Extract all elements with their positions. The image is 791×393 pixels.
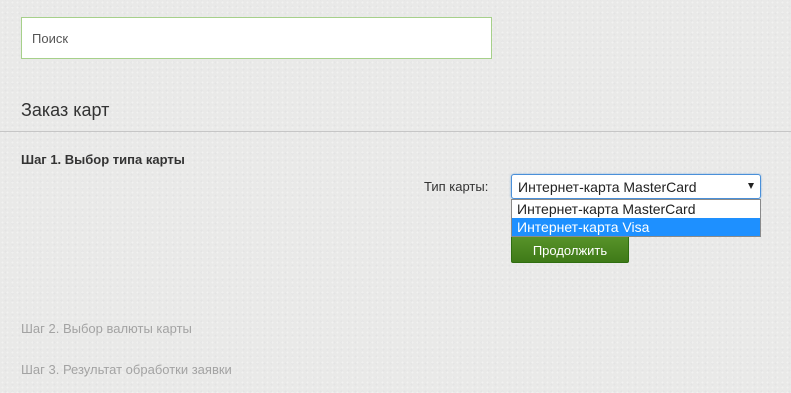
page-title: Заказ карт bbox=[21, 100, 110, 120]
step1-title: Шаг 1. Выбор типа карты bbox=[21, 152, 185, 167]
chevron-down-icon bbox=[748, 183, 754, 189]
card-type-selected-value: Интернет-карта MasterCard bbox=[518, 179, 697, 195]
title-divider bbox=[0, 131, 791, 132]
card-type-option-visa[interactable]: Интернет-карта Visa bbox=[512, 218, 760, 236]
card-type-option-mastercard[interactable]: Интернет-карта MasterCard bbox=[512, 200, 760, 218]
card-type-options-list: Интернет-карта MasterCard Интернет-карта… bbox=[511, 199, 761, 237]
step2-title: Шаг 2. Выбор валюты карты bbox=[21, 321, 192, 336]
card-type-label: Тип карты: bbox=[424, 179, 489, 194]
step3-title: Шаг 3. Результат обработки заявки bbox=[21, 362, 232, 377]
search-input[interactable] bbox=[21, 17, 492, 59]
card-type-select[interactable]: Интернет-карта MasterCard bbox=[511, 174, 761, 199]
